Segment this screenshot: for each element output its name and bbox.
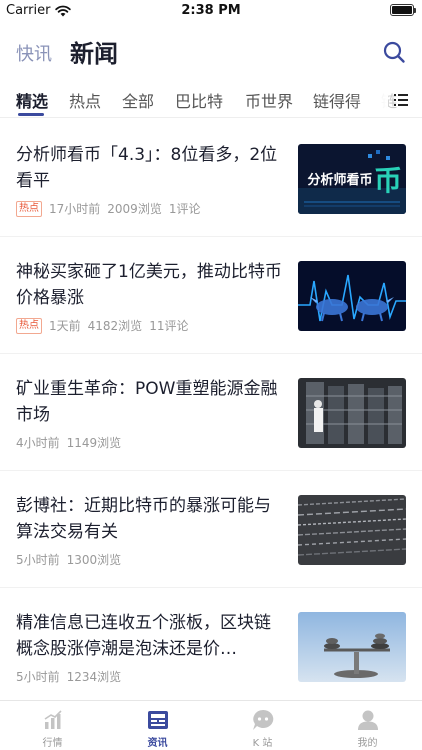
hot-badge: 热点: [16, 317, 42, 334]
news-title: 精准信息已连收五个涨板，区块链概念股涨停潮是泡沫还是价…: [16, 613, 271, 659]
news-meta: 热点 1天前 4182浏览 11评论: [16, 317, 188, 334]
category-hot[interactable]: 热点: [69, 88, 101, 112]
status-time: 2:38 PM: [181, 3, 241, 18]
status-right: [390, 4, 416, 16]
search-button[interactable]: [382, 40, 406, 64]
tab-label: 我的: [357, 738, 378, 749]
news-item[interactable]: 精准信息已连收五个涨板，区块链概念股涨停潮是泡沫还是价… 5小时前 1234浏览: [0, 588, 422, 700]
category-all[interactable]: 全部: [122, 88, 154, 112]
header: 快讯 新闻: [0, 26, 422, 74]
news-time: 17小时前: [49, 202, 101, 216]
news-list: 分析师看币「4.3」：8位看多，2位看平 热点 17小时前 2009浏览 1评论…: [0, 120, 422, 700]
news-title: 矿业重生革命：POW重塑能源金融市场: [16, 379, 278, 425]
news-item[interactable]: 分析师看币「4.3」：8位看多，2位看平 热点 17小时前 2009浏览 1评论…: [0, 120, 422, 237]
profile-icon: [358, 710, 378, 730]
battery-icon: [390, 4, 416, 16]
news-title: 神秘买家砸了1亿美元，推动比特币价格暴涨: [16, 262, 282, 308]
news-icon: [148, 711, 168, 729]
news-views: 2009浏览: [107, 202, 162, 216]
hot-badge: 热点: [16, 200, 42, 217]
tab-label: K 站: [252, 738, 273, 749]
chart-icon: [44, 710, 62, 729]
category-underline: [18, 113, 44, 116]
news-comments: 1评论: [168, 202, 201, 216]
category-bar: 精选 热点 全部 巴比特 币世界 链得得 链: [0, 80, 422, 118]
news-title: 分析师看币「4.3」：8位看多，2位看平: [16, 145, 278, 191]
svg-text:币: 币: [374, 164, 402, 197]
tab-market[interactable]: 行情: [0, 701, 105, 750]
tab-news-feed[interactable]: 资讯: [105, 701, 210, 750]
news-comments: 11评论: [149, 319, 189, 333]
news-meta: 5小时前 1300浏览: [16, 551, 121, 568]
news-thumbnail: [298, 378, 406, 448]
svg-text:分析师看币: 分析师看币: [307, 172, 372, 188]
news-item[interactable]: 神秘买家砸了1亿美元，推动比特币价格暴涨 热点 1天前 4182浏览 11评论: [0, 237, 422, 354]
bottom-tab-bar: 行情 资讯 K 站 我的: [0, 700, 422, 750]
news-thumbnail: [298, 612, 406, 682]
news-meta: 5小时前 1234浏览: [16, 668, 121, 685]
news-time: 4小时前: [16, 436, 60, 450]
chat-icon: [253, 709, 274, 730]
status-bar: Carrier 2:38 PM: [0, 0, 422, 22]
menu-icon: [394, 94, 408, 106]
tab-k-station[interactable]: K 站: [210, 701, 315, 750]
news-item[interactable]: 矿业重生革命：POW重塑能源金融市场 4小时前 1149浏览: [0, 354, 422, 471]
news-time: 5小时前: [16, 670, 60, 684]
tab-news[interactable]: 新闻: [70, 34, 118, 69]
news-time: 1天前: [49, 319, 81, 333]
news-views: 1234浏览: [66, 670, 122, 684]
news-thumbnail: [298, 261, 406, 331]
news-thumbnail: 分析师看币 币: [298, 144, 406, 214]
news-thumbnail: [298, 495, 406, 565]
tab-label: 行情: [42, 738, 63, 749]
news-meta: 热点 17小时前 2009浏览 1评论: [16, 200, 200, 217]
news-title: 彭博社：近期比特币的暴涨可能与算法交易有关: [16, 496, 271, 542]
category-featured[interactable]: 精选: [16, 88, 48, 112]
category-menu-button[interactable]: [394, 92, 408, 106]
tab-profile[interactable]: 我的: [315, 701, 420, 750]
search-icon: [383, 41, 405, 63]
tab-label: 资讯: [147, 738, 168, 749]
news-time: 5小时前: [16, 553, 60, 567]
news-views: 1300浏览: [66, 553, 122, 567]
news-views: 1149浏览: [66, 436, 122, 450]
news-views: 4182浏览: [87, 319, 143, 333]
tab-flash-news[interactable]: 快讯: [16, 40, 52, 66]
category-bishijie[interactable]: 币世界: [245, 88, 293, 112]
category-fade: [352, 80, 388, 116]
news-meta: 4小时前 1149浏览: [16, 434, 121, 451]
news-item[interactable]: 彭博社：近期比特币的暴涨可能与算法交易有关 5小时前 1300浏览: [0, 471, 422, 588]
category-babite[interactable]: 巴比特: [175, 88, 223, 112]
